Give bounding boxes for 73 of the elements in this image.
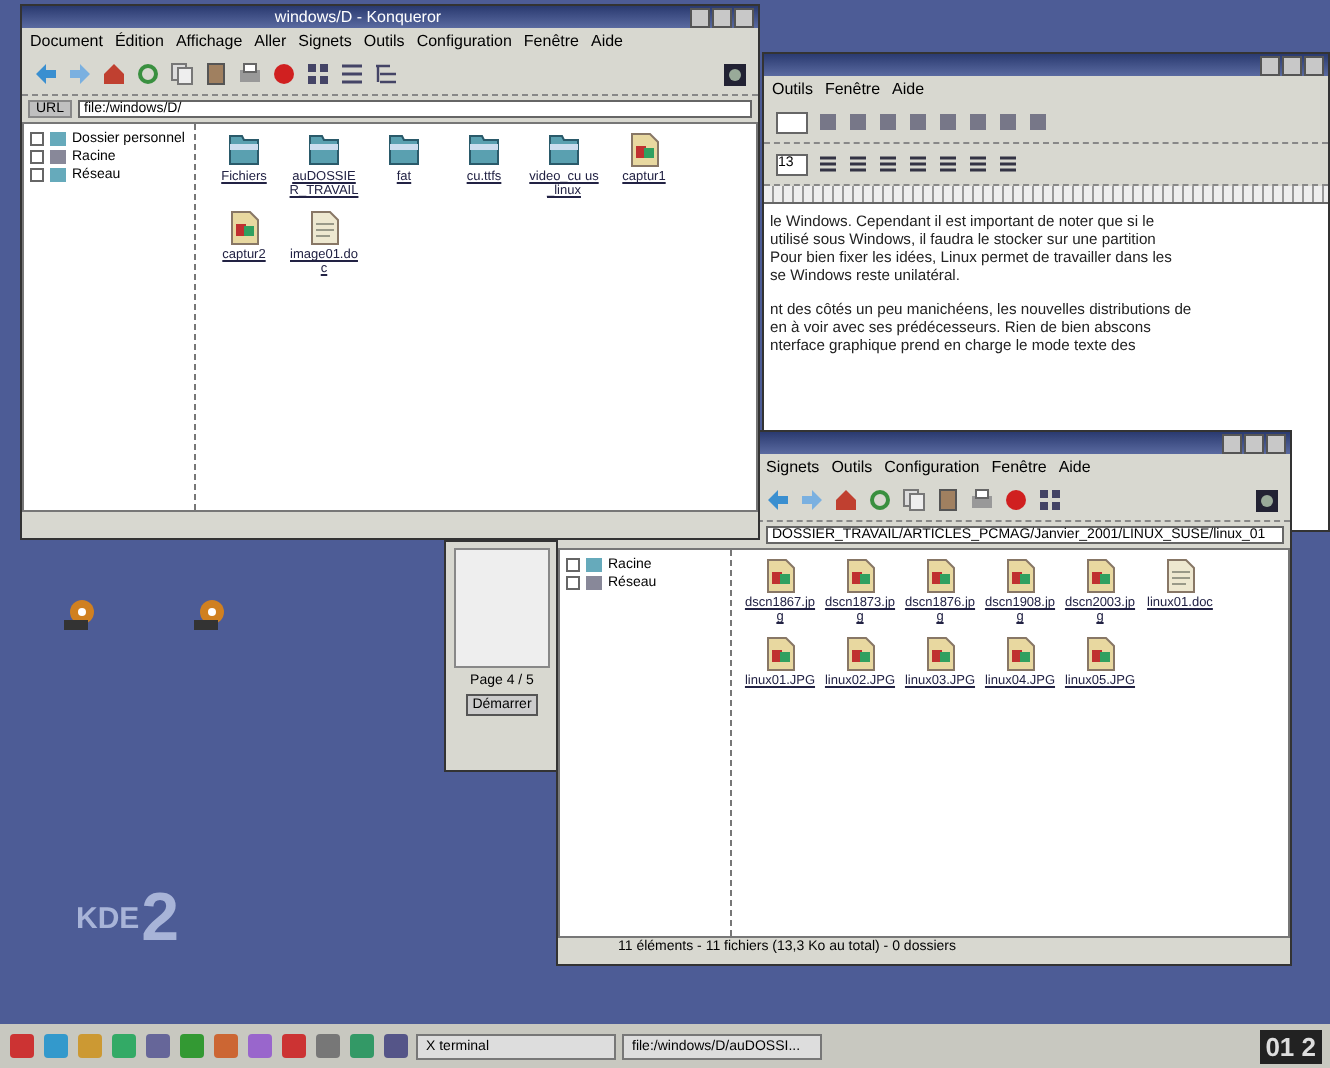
maximize-button[interactable] — [1282, 55, 1302, 75]
menu-item[interactable]: Édition — [114, 32, 164, 50]
image-file-icon[interactable] — [1004, 636, 1036, 672]
icon-view-icon[interactable] — [306, 62, 330, 86]
window-title: windows/D - Konqueror — [272, 8, 444, 26]
launcher-icon[interactable] — [314, 1032, 342, 1060]
home-icon[interactable] — [102, 62, 126, 86]
paste-icon[interactable] — [936, 488, 960, 512]
maximize-button[interactable] — [1244, 433, 1264, 453]
close-button[interactable] — [734, 7, 754, 27]
minimize-button[interactable] — [690, 7, 710, 27]
menu-item[interactable]: Outils — [831, 458, 873, 476]
home-icon[interactable] — [834, 488, 858, 512]
menu-item[interactable]: Aide — [1058, 458, 1091, 476]
image-file-icon[interactable] — [764, 636, 796, 672]
menu-item[interactable]: Fenêtre — [991, 458, 1047, 476]
image-file-icon[interactable] — [1004, 558, 1036, 594]
image-file-icon[interactable] — [924, 636, 956, 672]
image-file-icon[interactable] — [924, 558, 956, 594]
launcher-icon[interactable] — [8, 1032, 36, 1060]
image-file-icon[interactable] — [844, 558, 876, 594]
launcher-icon[interactable] — [144, 1032, 172, 1060]
align-right-icon[interactable] — [968, 154, 988, 174]
tree-view-icon[interactable] — [374, 62, 398, 86]
document-icon[interactable] — [1164, 558, 1196, 594]
menu-item[interactable]: Fenêtre — [523, 32, 579, 50]
menu-item[interactable]: Configuration — [884, 458, 980, 476]
stop-icon[interactable] — [1004, 488, 1028, 512]
menu-item[interactable]: Configuration — [416, 32, 512, 50]
justify-icon[interactable] — [998, 154, 1018, 174]
image-file-icon[interactable] — [844, 636, 876, 672]
close-button[interactable] — [1266, 433, 1286, 453]
menu-item[interactable]: Outils — [363, 32, 405, 50]
menu-item[interactable]: Aide — [590, 32, 623, 50]
drive-icon[interactable] — [190, 596, 230, 632]
image-file-icon[interactable] — [628, 132, 660, 168]
menu-item[interactable]: Fenêtre — [824, 80, 881, 98]
minimize-button[interactable] — [1260, 55, 1280, 75]
menu-item[interactable]: Affichage — [175, 32, 243, 50]
paste-icon[interactable] — [204, 62, 228, 86]
minimize-button[interactable] — [1222, 433, 1242, 453]
menu-item[interactable]: Outils — [772, 80, 813, 98]
close-button[interactable] — [1304, 55, 1324, 75]
image-file-icon[interactable] — [1084, 636, 1116, 672]
menu-item[interactable]: Aller — [254, 32, 287, 50]
align-left-icon[interactable] — [908, 154, 928, 174]
refresh-icon[interactable] — [136, 62, 160, 86]
document-icon[interactable] — [308, 210, 340, 246]
print-icon[interactable] — [970, 488, 994, 512]
maximize-button[interactable] — [712, 7, 732, 27]
image-file-icon[interactable] — [764, 558, 796, 594]
image-file-icon[interactable] — [228, 210, 260, 246]
align-center-icon[interactable] — [938, 154, 958, 174]
copy-icon[interactable] — [170, 62, 194, 86]
launcher-icon[interactable] — [382, 1032, 410, 1060]
drive-icon[interactable] — [60, 596, 100, 632]
icon-view-icon[interactable] — [1038, 488, 1062, 512]
image-file-icon[interactable] — [1084, 558, 1116, 594]
refresh-icon[interactable] — [868, 488, 892, 512]
clock: 01 2 — [1259, 1029, 1322, 1063]
list-view-icon[interactable] — [340, 62, 364, 86]
menu-item[interactable]: Document — [30, 32, 103, 50]
style-dropdown[interactable] — [776, 111, 808, 133]
gear-icon — [1256, 489, 1278, 511]
launcher-icon[interactable] — [280, 1032, 308, 1060]
copy-icon[interactable] — [902, 488, 926, 512]
stop-icon[interactable] — [272, 62, 296, 86]
page-preview — [454, 548, 550, 668]
menu-item[interactable]: Signets — [298, 32, 352, 50]
menu-item[interactable]: Aide — [892, 80, 925, 98]
print-icon[interactable] — [238, 62, 262, 86]
gear-icon — [724, 63, 746, 85]
menu-item[interactable]: Signets — [766, 458, 820, 476]
